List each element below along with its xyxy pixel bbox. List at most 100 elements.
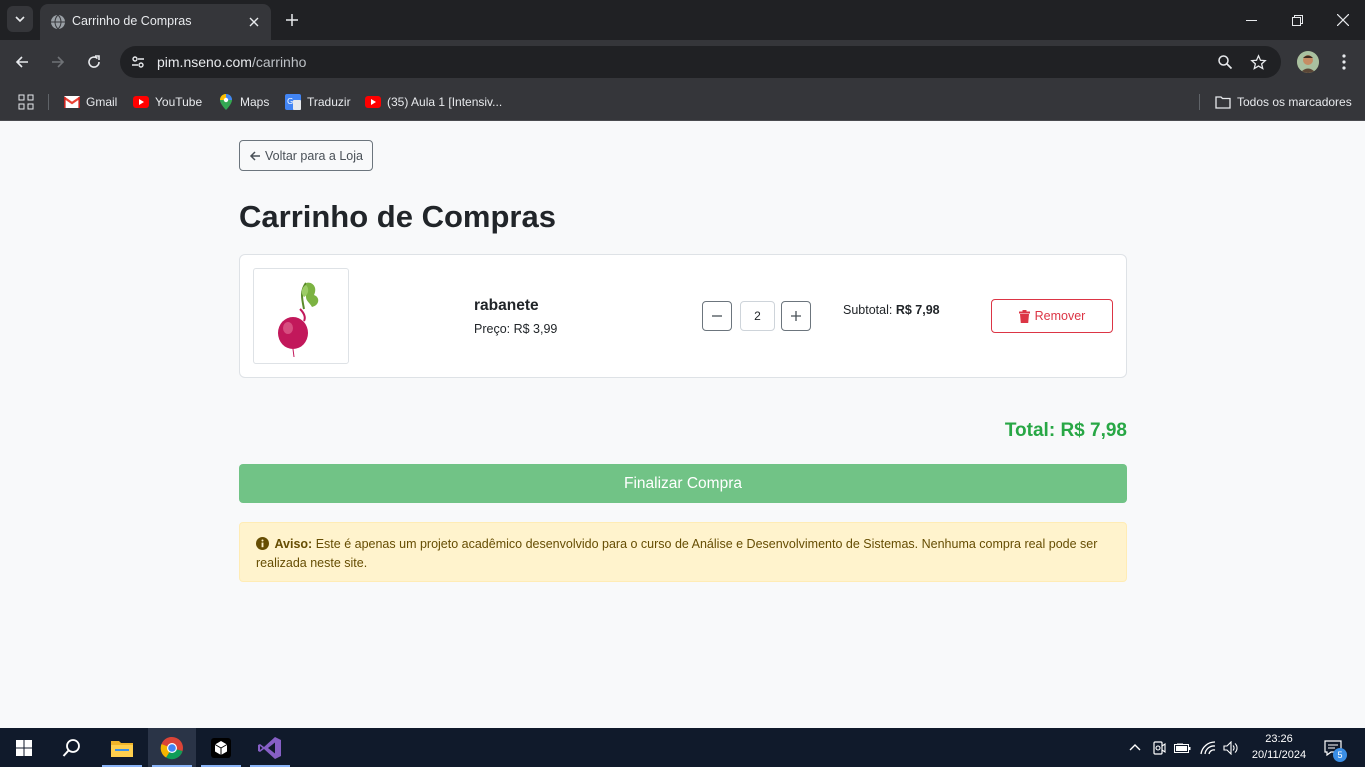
- bookmark-gmail[interactable]: Gmail: [64, 92, 117, 112]
- windows-taskbar: 23:26 20/11/2024: [0, 728, 1365, 767]
- tray-volume[interactable]: [1222, 739, 1240, 757]
- reload-icon: [88, 55, 100, 68]
- arrow-left-icon: [249, 150, 260, 161]
- forward-nav-button[interactable]: [46, 50, 70, 74]
- bookmark-aula[interactable]: (35) Aula 1 [Intensiv...: [365, 92, 502, 112]
- taskbar-file-explorer[interactable]: [98, 728, 146, 767]
- youtube-icon: [133, 94, 149, 110]
- taskbar-app-box[interactable]: [197, 728, 245, 767]
- academic-notice-alert: Aviso: Este é apenas um projeto acadêmic…: [239, 522, 1127, 582]
- plus-icon: [286, 14, 298, 26]
- browser-menu-button[interactable]: [1333, 50, 1355, 74]
- bookmark-label: Traduzir: [307, 95, 351, 109]
- back-to-shop-button[interactable]: Voltar para a Loja: [239, 140, 373, 171]
- alert-label: Aviso:: [274, 537, 313, 551]
- all-bookmarks-label: Todos os marcadores: [1237, 95, 1352, 109]
- windows-icon: [16, 739, 32, 756]
- folder-icon: [111, 740, 133, 757]
- address-bar[interactable]: pim.nseno.com/carrinho: [120, 46, 1281, 78]
- taskbar-visual-studio[interactable]: [246, 728, 294, 767]
- more-vert-icon: [1342, 54, 1346, 70]
- profile-avatar[interactable]: [1297, 51, 1319, 73]
- browser-titlebar: Carrinho de Compras: [0, 0, 1365, 40]
- bookmark-translate[interactable]: G Traduzir: [285, 92, 351, 112]
- subtotal-value: R$ 7,98: [895, 303, 940, 317]
- taskbar-chrome[interactable]: [148, 728, 196, 767]
- restore-icon: [1291, 14, 1303, 26]
- globe-icon: [51, 14, 65, 30]
- decrease-quantity-button[interactable]: [702, 301, 732, 331]
- clock-date: 20/11/2024: [1251, 749, 1307, 761]
- close-window-button[interactable]: [1320, 0, 1365, 40]
- new-tab-button[interactable]: [281, 9, 303, 31]
- close-icon: [249, 17, 259, 27]
- chevron-up-icon: [1129, 744, 1141, 751]
- tray-overflow-button[interactable]: [1126, 739, 1144, 757]
- notification-count-badge: 5: [1333, 748, 1347, 762]
- tab-title: Carrinho de Compras: [72, 14, 192, 28]
- tab-close-button[interactable]: [245, 13, 263, 31]
- clock-time: 23:26: [1265, 733, 1293, 745]
- browser-tab[interactable]: Carrinho de Compras: [40, 4, 271, 40]
- restore-button[interactable]: [1274, 0, 1320, 40]
- battery-icon: [1173, 742, 1190, 753]
- tray-wifi[interactable]: [1199, 739, 1217, 757]
- quantity-input[interactable]: 2: [740, 301, 775, 331]
- url-host: pim.nseno.com: [157, 54, 252, 70]
- trash-icon: [1018, 309, 1030, 323]
- remove-label: Remover: [1034, 309, 1086, 323]
- minimize-button[interactable]: [1228, 0, 1274, 40]
- page-title: Carrinho de Compras: [239, 199, 556, 234]
- svg-text:G: G: [287, 97, 293, 106]
- maps-icon: [218, 94, 234, 110]
- product-image: [253, 268, 349, 364]
- page-content: Voltar para a Loja Carrinho de Compras r…: [0, 121, 1365, 728]
- arrow-right-icon: [52, 56, 65, 68]
- bookmark-youtube[interactable]: YouTube: [133, 92, 202, 112]
- star-icon: [1249, 53, 1267, 70]
- zoom-icon: [1218, 55, 1233, 70]
- checkout-button[interactable]: Finalizar Compra: [239, 464, 1127, 503]
- close-icon: [1337, 14, 1349, 26]
- increase-quantity-button[interactable]: [781, 301, 811, 331]
- tab-search-button[interactable]: [7, 6, 33, 32]
- folder-icon: [1215, 94, 1231, 110]
- bookmark-separator: [1199, 94, 1200, 110]
- arrow-left-icon: [15, 56, 28, 68]
- bookmark-maps[interactable]: Maps: [218, 92, 269, 112]
- start-button[interactable]: [0, 728, 48, 767]
- tray-battery[interactable]: [1173, 739, 1191, 757]
- item-subtotal: Subtotal: R$ 7,98: [843, 303, 940, 317]
- search-button[interactable]: [48, 728, 96, 767]
- product-name: rabanete: [474, 297, 539, 314]
- remove-item-button[interactable]: Remover: [991, 299, 1113, 333]
- product-price: Preço: R$ 3,99: [474, 322, 558, 336]
- app-box-icon: [211, 737, 231, 758]
- browser-toolbar: pim.nseno.com/carrinho: [0, 40, 1365, 84]
- translate-icon: G: [285, 94, 301, 110]
- cart-item-card: rabanete Preço: R$ 3,99 2 Subtotal: R$ 7…: [239, 254, 1127, 378]
- taskbar-clock[interactable]: 23:26 20/11/2024: [1244, 731, 1314, 763]
- tray-meet-now[interactable]: [1150, 739, 1168, 757]
- gmail-icon: [64, 94, 80, 110]
- all-bookmarks-button[interactable]: Todos os marcadores: [1215, 92, 1352, 112]
- zoom-button[interactable]: [1215, 52, 1235, 72]
- minimize-icon: [1245, 19, 1257, 21]
- info-circle-icon: [256, 537, 269, 550]
- cart-total: Total: R$ 7,98: [1004, 420, 1127, 441]
- back-to-shop-label: Voltar para a Loja: [265, 148, 363, 163]
- back-nav-button[interactable]: [10, 50, 34, 74]
- apps-grid-icon: [18, 94, 34, 110]
- url-text: pim.nseno.com/carrinho: [157, 54, 306, 70]
- subtotal-label: Subtotal:: [843, 303, 893, 317]
- bookmark-label: Maps: [240, 95, 270, 109]
- bookmarks-bar: Gmail YouTube Maps G Traduzir (35) Aula …: [0, 84, 1365, 121]
- url-path: /carrinho: [251, 54, 307, 70]
- visual-studio-icon: [258, 736, 281, 759]
- bookmark-star-button[interactable]: [1248, 52, 1268, 72]
- minus-icon: [712, 315, 722, 317]
- chrome-icon: [160, 736, 183, 759]
- site-info-button[interactable]: [128, 52, 148, 72]
- reload-button[interactable]: [82, 50, 106, 74]
- apps-button[interactable]: [18, 92, 34, 112]
